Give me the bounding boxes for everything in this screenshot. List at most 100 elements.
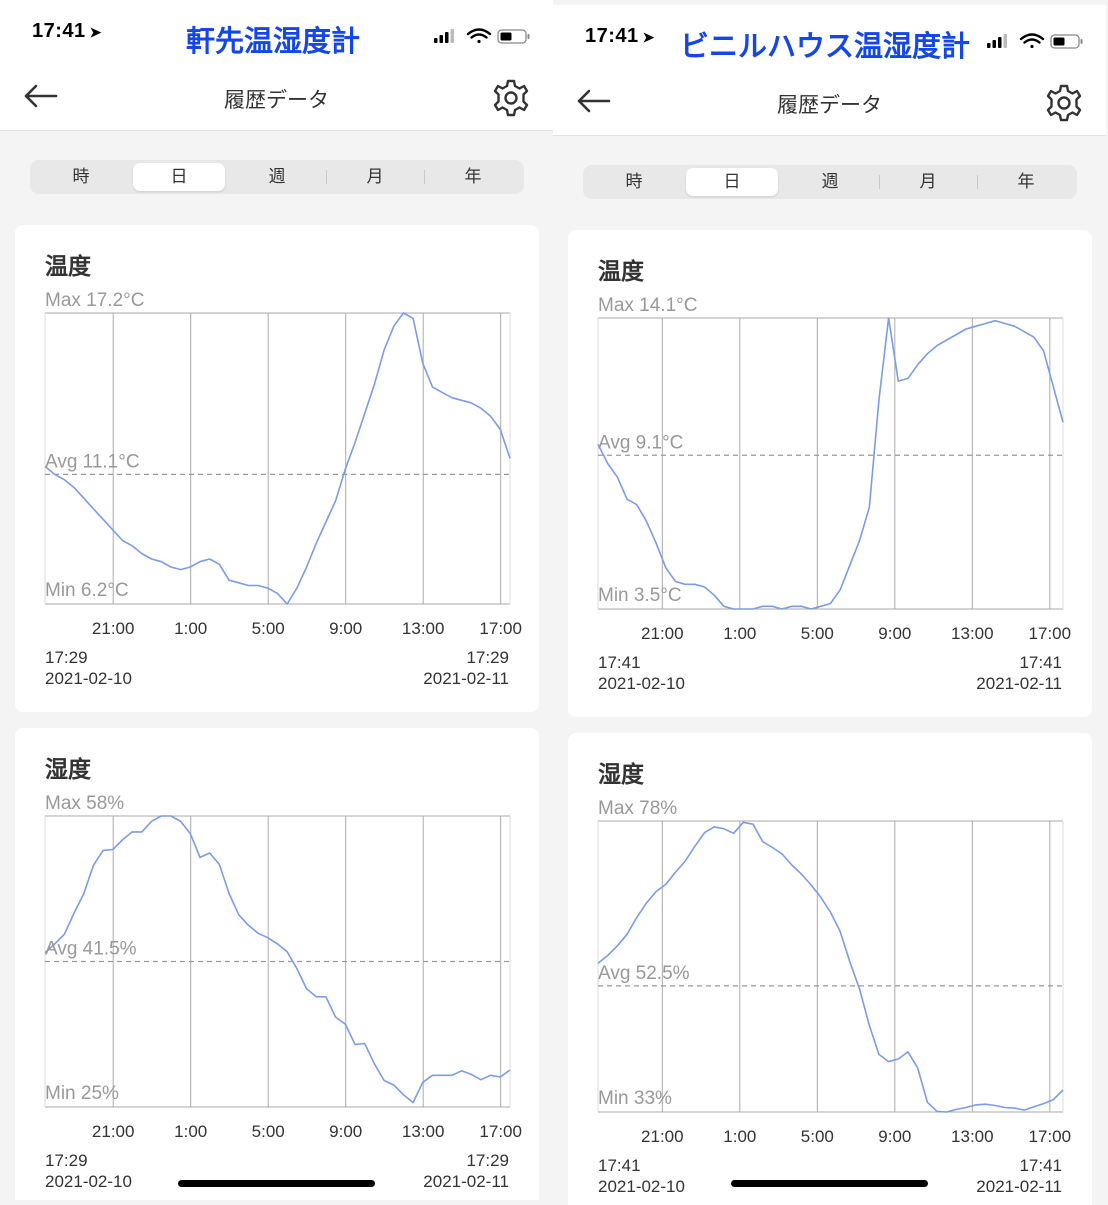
x-tick-label: 21:00 — [641, 1127, 684, 1146]
x-tick-label: 13:00 — [402, 1122, 445, 1141]
location-arrow-icon: ➤ — [642, 29, 655, 45]
battery-icon — [1050, 34, 1083, 49]
avg-label: Avg 11.1°C — [45, 451, 140, 472]
end-time: 17:41 — [1019, 653, 1062, 672]
start-time: 17:41 — [598, 653, 641, 672]
segment-divider — [424, 170, 425, 184]
x-tick-label: 1:00 — [174, 619, 207, 638]
end-date: 2021-02-11 — [423, 1172, 509, 1191]
start-date: 2021-02-10 — [598, 674, 685, 693]
start-time: 17:29 — [45, 648, 88, 667]
nav-bar: 履歴データ — [0, 70, 553, 131]
x-tick-label: 21:00 — [92, 1122, 135, 1141]
start-date: 2021-02-10 — [598, 1177, 685, 1196]
x-tick-label: 21:00 — [92, 619, 135, 638]
end-date: 2021-02-11 — [423, 669, 509, 688]
end-date: 2021-02-11 — [976, 674, 1062, 693]
home-indicator[interactable] — [731, 1180, 928, 1187]
min-label: Min 33% — [598, 1088, 672, 1109]
x-tick-label: 5:00 — [252, 619, 285, 638]
avg-label: Avg 41.5% — [45, 939, 137, 960]
x-tick-label: 13:00 — [951, 1127, 994, 1146]
x-tick-label: 9:00 — [878, 624, 911, 643]
max-label: Max 58% — [45, 793, 124, 814]
left-app-panel: 17:41 ➤ 軒先温湿度計 履歴データ 時日週月年 温度 21:00 1:00 5:… — [0, 0, 553, 1200]
x-tick-label: 17:00 — [1029, 624, 1072, 643]
segment-0[interactable]: 時 — [32, 160, 130, 194]
start-time: 17:41 — [598, 1156, 641, 1175]
status-time: 17:41 ➤ — [585, 25, 655, 47]
right-app-panel: 17:41 ➤ ビニルハウス温湿度計 履歴データ 時日週月年 温度 21:00 1:… — [553, 5, 1106, 1205]
min-label: Min 25% — [45, 1083, 119, 1104]
segment-3[interactable]: 月 — [326, 160, 424, 194]
location-arrow-icon: ➤ — [89, 24, 102, 40]
segment-3[interactable]: 月 — [879, 165, 977, 199]
status-icons — [434, 28, 530, 44]
gear-icon[interactable] — [1044, 83, 1084, 123]
period-segmented-control: 時日週月年 — [30, 160, 524, 194]
max-label: Max 17.2°C — [45, 290, 144, 311]
x-tick-label: 17:00 — [1029, 1127, 1072, 1146]
battery-icon — [497, 29, 530, 44]
x-tick-label: 5:00 — [801, 1127, 834, 1146]
status-bar: 17:41 ➤ ビニルハウス温湿度計 — [553, 5, 1106, 75]
segment-4[interactable]: 年 — [424, 160, 522, 194]
home-indicator[interactable] — [178, 1180, 375, 1187]
temperature-chart: 21:00 1:00 5:00 9:00 13:00 17:00 Max 14.1°C Avg… — [597, 295, 1072, 643]
min-label: Min 3.5°C — [598, 585, 682, 606]
segment-4[interactable]: 年 — [977, 165, 1075, 199]
status-time: 17:41 ➤ — [32, 20, 102, 42]
end-date: 2021-02-11 — [976, 1177, 1062, 1196]
segment-0[interactable]: 時 — [585, 165, 683, 199]
x-tick-label: 5:00 — [801, 624, 834, 643]
segment-1[interactable]: 日 — [133, 163, 225, 191]
avg-label: Avg 9.1°C — [598, 432, 683, 453]
end-time: 17:41 — [1019, 1156, 1062, 1175]
device-title: ビニルハウス温湿度計 — [680, 29, 971, 63]
segment-2[interactable]: 週 — [781, 165, 879, 199]
max-label: Max 14.1°C — [598, 295, 697, 316]
humidity-chart: 21:00 1:00 5:00 9:00 13:00 17:00 Max 58% Avg 41… — [44, 793, 522, 1141]
humidity-card: 湿度 21:00 1:00 5:00 9:00 13:00 17:00 Max 78% Avg… — [568, 733, 1092, 1205]
start-date: 2021-02-10 — [45, 669, 132, 688]
gear-icon[interactable] — [491, 78, 531, 118]
wifi-icon — [1019, 33, 1045, 49]
min-label: Min 6.2°C — [45, 580, 129, 601]
x-tick-label: 1:00 — [174, 1122, 207, 1141]
temperature-card: 温度 21:00 1:00 5:00 9:00 13:00 17:00 Max 17.2°C… — [15, 225, 539, 712]
cellular-signal-icon — [987, 34, 1007, 48]
max-label: Max 78% — [598, 798, 677, 819]
nav-bar: 履歴データ — [553, 75, 1106, 136]
temperature-card: 温度 21:00 1:00 5:00 9:00 13:00 17:00 Max 14.1°C… — [568, 230, 1092, 717]
status-icons — [987, 33, 1083, 49]
x-tick-label: 5:00 — [252, 1122, 285, 1141]
x-tick-label: 17:00 — [479, 1122, 522, 1141]
x-tick-label: 9:00 — [878, 1127, 911, 1146]
wifi-icon — [466, 28, 492, 44]
humidity-card: 湿度 21:00 1:00 5:00 9:00 13:00 17:00 Max 58% Avg… — [15, 728, 539, 1200]
humidity-chart: 21:00 1:00 5:00 9:00 13:00 17:00 Max 78% Avg 52… — [597, 798, 1072, 1146]
avg-label: Avg 52.5% — [598, 963, 690, 984]
x-tick-label: 21:00 — [641, 624, 684, 643]
x-tick-label: 13:00 — [951, 624, 994, 643]
start-date: 2021-02-10 — [45, 1172, 132, 1191]
x-tick-label: 13:00 — [402, 619, 445, 638]
start-time: 17:29 — [45, 1151, 88, 1170]
temperature-chart: 21:00 1:00 5:00 9:00 13:00 17:00 Max 17.2°C Avg… — [44, 290, 522, 638]
device-title: 軒先温湿度計 — [186, 24, 361, 58]
x-tick-label: 9:00 — [329, 619, 362, 638]
nav-title: 履歴データ — [777, 93, 882, 117]
segment-divider — [879, 175, 880, 189]
segment-divider — [326, 170, 327, 184]
segment-2[interactable]: 週 — [228, 160, 326, 194]
status-bar: 17:41 ➤ 軒先温湿度計 — [0, 0, 553, 70]
segment-divider — [977, 175, 978, 189]
end-time: 17:29 — [466, 648, 509, 667]
x-tick-label: 17:00 — [479, 619, 522, 638]
segment-1[interactable]: 日 — [686, 168, 778, 196]
series-line — [597, 317, 1064, 610]
end-time: 17:29 — [466, 1151, 509, 1170]
nav-title: 履歴データ — [224, 88, 329, 112]
x-tick-label: 1:00 — [723, 624, 756, 643]
x-tick-label: 1:00 — [723, 1127, 756, 1146]
